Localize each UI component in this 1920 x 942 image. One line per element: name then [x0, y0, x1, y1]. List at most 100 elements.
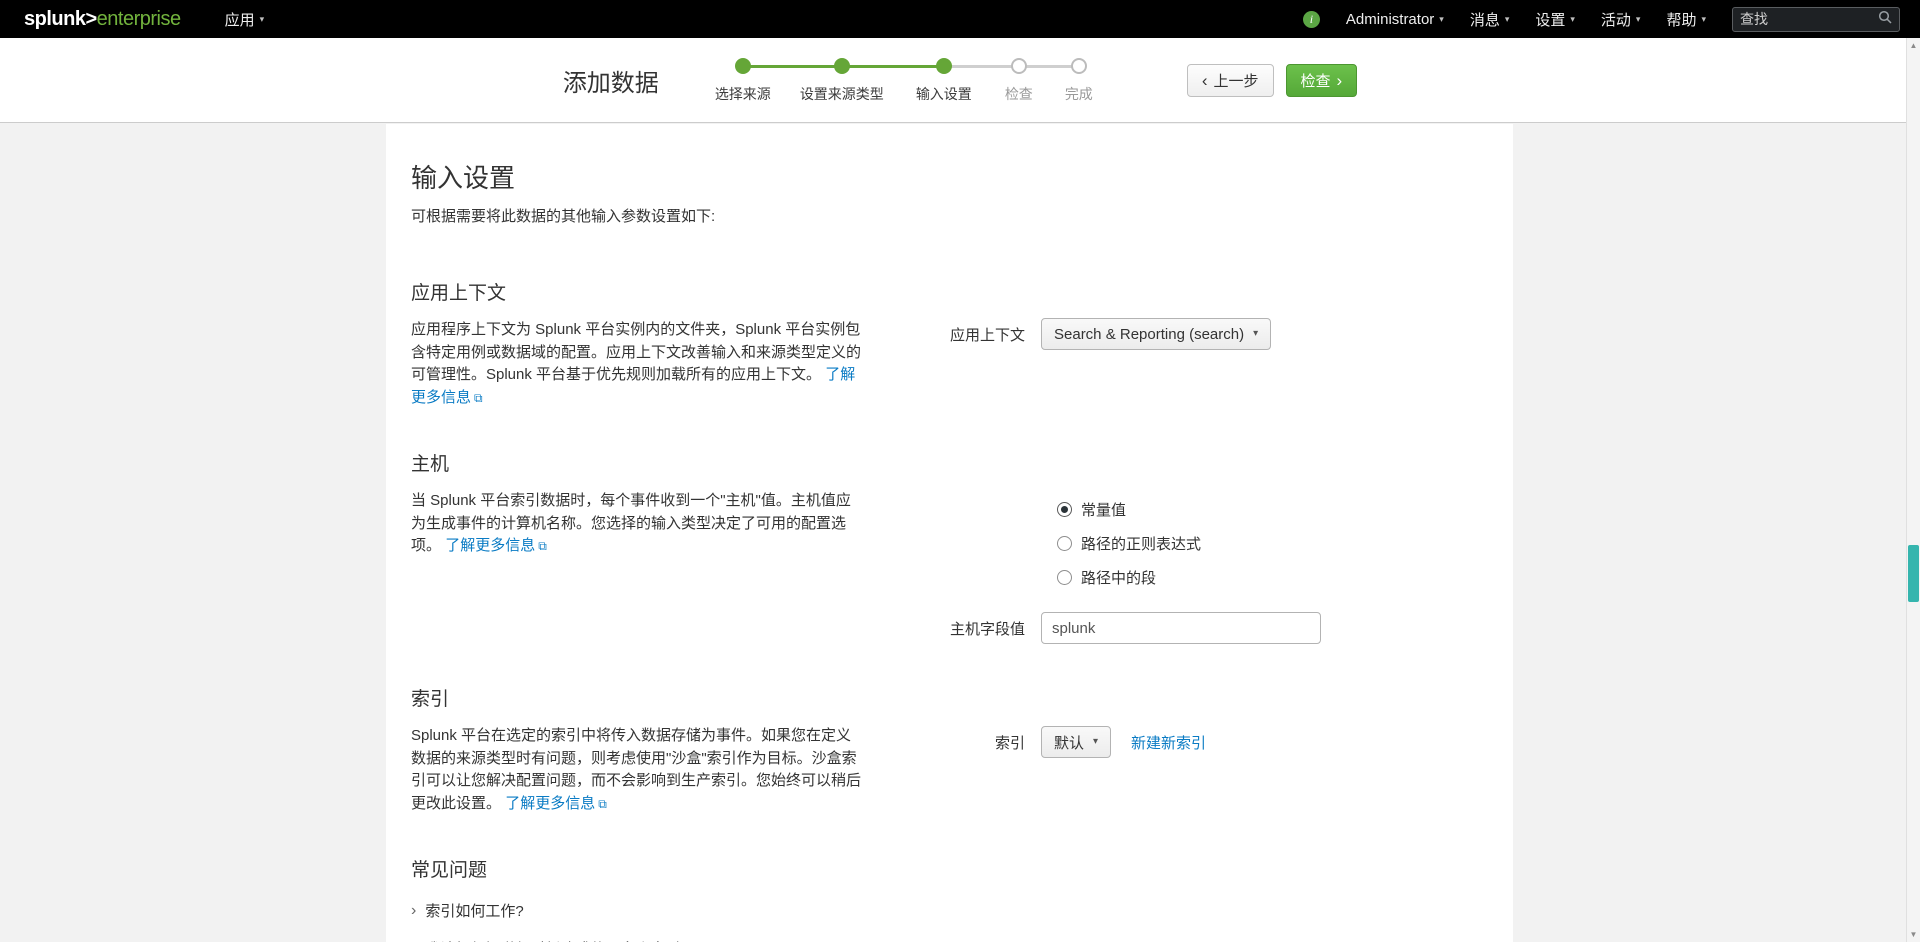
app-context-description: 应用程序上下文为 Splunk 平台实例内的文件夹，Splunk 平台实例包含特…	[411, 319, 861, 409]
section-host-left: 主机 当 Splunk 平台索引数据时，每个事件收到一个"主机"值。主机值应为生…	[411, 449, 861, 644]
caret-down-icon: ▾	[1439, 13, 1444, 24]
host-heading: 主机	[411, 454, 450, 475]
step-connector	[847, 65, 938, 68]
host-radio-group: 常量值 路径的正则表达式 路径中的段	[1057, 499, 1473, 588]
splunk-logo[interactable]: splunk> enterprise	[24, 8, 181, 31]
settings-menu[interactable]: 设置 ▾	[1535, 9, 1575, 30]
section-app-context: 应用上下文 应用程序上下文为 Splunk 平台实例内的文件夹，Splunk 平…	[411, 278, 1473, 409]
help-menu[interactable]: 帮助 ▾	[1666, 9, 1706, 30]
radio-icon[interactable]	[1057, 536, 1072, 551]
logo-text-splunk: splunk>	[24, 7, 97, 30]
account-menu-label: Administrator	[1345, 10, 1435, 28]
section-faq: 常见问题 › 索引如何工作? › 我该如何知道何时新建或使用多个索引?	[411, 855, 1473, 942]
previous-step-label: 上一步	[1213, 72, 1259, 90]
create-index-link[interactable]: 新建新索引	[1131, 732, 1206, 753]
info-icon[interactable]: i	[1302, 10, 1320, 28]
settings-menu-label: 设置	[1535, 11, 1566, 29]
wizard-title: 添加数据	[562, 69, 659, 97]
top-nav-right: i Administrator ▾ 消息 ▾ 设置 ▾ 活动 ▾ 帮助 ▾	[1302, 6, 1900, 32]
caret-down-icon: ▾	[1570, 13, 1575, 24]
search-input[interactable]	[1740, 11, 1878, 27]
faq-item-how-indexes-work[interactable]: › 索引如何工作?	[411, 900, 1473, 921]
logo-text-enterprise: enterprise	[96, 7, 181, 30]
app-context-dropdown[interactable]: Search & Reporting (search) ▾	[1041, 318, 1272, 350]
faq-heading: 常见问题	[411, 860, 488, 881]
page-subtitle: 可根据需要将此数据的其他输入参数设置如下:	[411, 208, 716, 225]
external-link-icon: ⧉	[598, 796, 607, 811]
index-heading: 索引	[411, 689, 450, 710]
radio-option-segment-in-path[interactable]: 路径中的段	[1057, 567, 1473, 588]
step-indicator-select-source	[734, 58, 751, 74]
page-scrollbar[interactable]: ▲ ▼	[1906, 38, 1920, 942]
radio-option-constant-value[interactable]: 常量值	[1057, 499, 1473, 520]
main-area: 输入设置 可根据需要将此数据的其他输入参数设置如下: 应用上下文 应用程序上下文…	[0, 124, 1920, 942]
section-app-context-left: 应用上下文 应用程序上下文为 Splunk 平台实例内的文件夹，Splunk 平…	[411, 278, 861, 409]
radio-label: 路径的正则表达式	[1081, 536, 1202, 553]
step-connector	[748, 65, 836, 68]
chevron-left-icon: ‹	[1201, 70, 1208, 90]
radio-option-regex-on-path[interactable]: 路径的正则表达式	[1057, 533, 1473, 554]
global-search-box[interactable]	[1732, 6, 1900, 32]
wizard-stepper: 选择来源 设置来源类型 输入设置 检查 完成	[705, 56, 1141, 104]
radio-label: 常量值	[1081, 502, 1127, 519]
index-description: Splunk 平台在选定的索引中将传入数据存储为事件。如果您在定义数据的来源类型…	[411, 725, 861, 815]
activity-menu[interactable]: 活动 ▾	[1601, 9, 1641, 30]
scroll-down-arrow-icon[interactable]: ▼	[1907, 930, 1920, 939]
apps-menu[interactable]: 应用 ▾	[225, 9, 265, 30]
apps-menu-label: 应用	[224, 11, 255, 29]
learn-more-label: 了解更多信息	[505, 794, 596, 812]
learn-more-link[interactable]: 了解更多信息 ⧉	[505, 795, 607, 812]
chevron-right-icon: ›	[1336, 70, 1343, 90]
radio-label: 路径中的段	[1081, 570, 1157, 587]
caret-down-icon: ▾	[1635, 13, 1641, 24]
faq-question: 索引如何工作?	[425, 903, 524, 920]
faq-question: 我该如何知道何时新建或使用多个索引?	[425, 938, 688, 942]
radio-icon[interactable]	[1057, 570, 1072, 585]
section-app-context-form: 应用上下文 Search & Reporting (search) ▾	[891, 278, 1473, 409]
scrollbar-thumb[interactable]	[1908, 545, 1919, 602]
learn-more-link[interactable]: 了解更多信息 ⧉	[445, 537, 547, 554]
caret-down-icon: ▾	[1504, 13, 1510, 24]
review-button[interactable]: 检查 ›	[1285, 63, 1358, 97]
step-indicator-set-sourcetype	[833, 58, 850, 74]
page-title: 输入设置	[411, 163, 516, 193]
description-text: Splunk 平台在选定的索引中将传入数据存储为事件。如果您在定义数据的来源类型…	[411, 727, 862, 812]
section-index-form: 索引 默认 ▾ 新建新索引	[891, 684, 1473, 815]
scroll-up-arrow-icon[interactable]: ▲	[1907, 41, 1920, 50]
learn-more-label: 了解更多信息	[445, 537, 536, 554]
host-description: 当 Splunk 平台索引数据时，每个事件收到一个"主机"值。主机值应为生成事件…	[411, 490, 861, 558]
caret-down-icon: ▾	[1093, 736, 1099, 747]
external-link-icon: ⧉	[474, 390, 483, 405]
account-menu[interactable]: Administrator ▾	[1346, 11, 1444, 28]
messages-menu[interactable]: 消息 ▾	[1470, 9, 1510, 30]
section-host-form: 常量值 路径的正则表达式 路径中的段 主机字段值	[891, 449, 1473, 644]
content-panel: 输入设置 可根据需要将此数据的其他输入参数设置如下: 应用上下文 应用程序上下文…	[386, 124, 1513, 942]
caret-down-icon: ▾	[1701, 13, 1706, 24]
radio-icon[interactable]	[1057, 502, 1072, 517]
step-indicator-done	[1070, 58, 1087, 74]
previous-step-button[interactable]: ‹ 上一步	[1186, 63, 1274, 97]
messages-menu-label: 消息	[1469, 11, 1500, 29]
app-context-field-label: 应用上下文	[949, 326, 1025, 344]
description-text: 应用程序上下文为 Splunk 平台实例内的文件夹，Splunk 平台实例包含特…	[411, 321, 862, 383]
help-menu-label: 帮助	[1666, 11, 1697, 29]
index-field-label: 索引	[994, 734, 1025, 752]
step-connector	[949, 65, 1013, 68]
app-context-dropdown-value: Search & Reporting (search)	[1054, 325, 1245, 343]
chevron-right-icon: ›	[411, 901, 417, 919]
caret-down-icon: ▾	[259, 13, 265, 24]
section-index-left: 索引 Splunk 平台在选定的索引中将传入数据存储为事件。如果您在定义数据的来…	[411, 684, 861, 815]
index-dropdown-value: 默认	[1054, 734, 1085, 752]
external-link-icon: ⧉	[538, 539, 547, 553]
step-indicator-input-settings	[935, 58, 952, 74]
index-dropdown[interactable]: 默认 ▾	[1041, 726, 1112, 758]
step-connector	[1024, 65, 1073, 68]
section-index: 索引 Splunk 平台在选定的索引中将传入数据存储为事件。如果您在定义数据的来…	[411, 684, 1473, 815]
host-field-input[interactable]	[1041, 612, 1321, 644]
wizard-header: 添加数据 选择来源 设置来源类型 输入设置 检查 完成 ‹ 上一步 检查 ›	[0, 38, 1920, 123]
caret-down-icon: ▾	[1253, 328, 1259, 339]
section-host: 主机 当 Splunk 平台索引数据时，每个事件收到一个"主机"值。主机值应为生…	[411, 449, 1473, 644]
faq-item-when-multiple-indexes[interactable]: › 我该如何知道何时新建或使用多个索引?	[411, 938, 1473, 942]
step-label: 完成	[1064, 86, 1093, 102]
step-indicator-review	[1010, 58, 1027, 74]
